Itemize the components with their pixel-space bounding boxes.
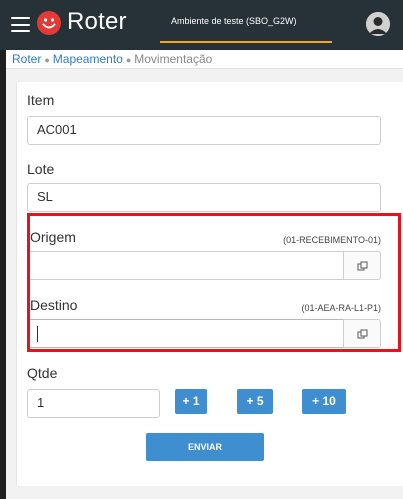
add-1-button[interactable]: + 1 xyxy=(175,389,207,414)
environment-label: Ambiente de teste (SBO_G2W) xyxy=(171,16,297,26)
breadcrumb-separator: ● xyxy=(44,55,50,65)
item-field[interactable]: AC001 xyxy=(27,116,381,145)
user-avatar-icon[interactable] xyxy=(366,12,390,36)
smile-logo-icon xyxy=(37,11,61,35)
qtde-field[interactable]: 1 xyxy=(27,389,160,418)
add-5-button[interactable]: + 5 xyxy=(237,389,273,414)
app-logo-text: Roter xyxy=(67,8,127,35)
breadcrumb-current: Movimentação xyxy=(134,52,213,66)
environment-underline xyxy=(160,41,332,43)
qtde-label: Qtde xyxy=(27,365,58,381)
breadcrumb-separator: ● xyxy=(125,55,132,65)
add-10-button[interactable]: + 10 xyxy=(302,389,346,414)
breadcrumb: Roter ● Mapeamento ● Movimentação xyxy=(6,50,403,69)
item-label: Item xyxy=(27,92,55,108)
lote-field[interactable]: SL xyxy=(27,183,381,212)
breadcrumb-roter[interactable]: Roter xyxy=(12,52,41,66)
top-bar: Roter Ambiente de teste (SBO_G2W) xyxy=(0,0,403,50)
highlight-frame xyxy=(27,213,401,352)
lote-label: Lote xyxy=(27,161,55,177)
breadcrumb-mapeamento[interactable]: Mapeamento xyxy=(53,52,123,66)
hamburger-icon[interactable] xyxy=(11,17,30,32)
enviar-button[interactable]: ENVIAR xyxy=(146,433,264,461)
